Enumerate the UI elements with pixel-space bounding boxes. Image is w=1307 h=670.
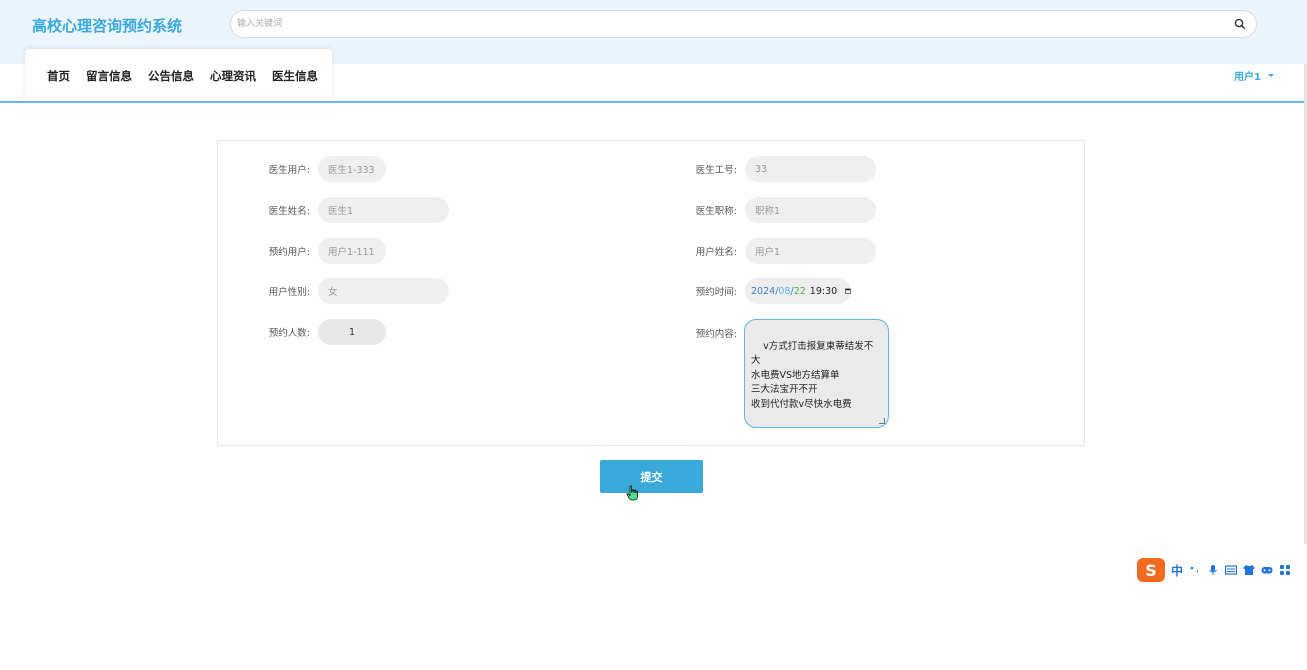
user-gender-field: 女 <box>318 278 449 304</box>
nav-item-notices[interactable]: 公告信息 <box>148 68 194 84</box>
nav-divider <box>0 101 1307 103</box>
submit-button[interactable]: 提交 <box>600 460 703 493</box>
booking-time-label: 预约时间: <box>695 287 737 298</box>
row-doctor-user: 医生用户: 医生1-333 <box>228 156 386 182</box>
date-month: 08 <box>778 285 791 297</box>
row-user-gender: 用户性别: 女 <box>228 278 449 304</box>
booking-user-label: 预约用户: <box>268 247 310 258</box>
booking-count-input[interactable]: 1 <box>318 319 386 345</box>
search-icon[interactable] <box>1234 18 1246 30</box>
gamepad-icon[interactable] <box>1261 564 1273 576</box>
booking-count-label: 预约人数: <box>268 328 310 339</box>
user-name-field: 用户1 <box>745 238 876 264</box>
ime-toolbar: S 中 <box>1137 556 1307 584</box>
ime-logo[interactable]: S <box>1137 558 1165 582</box>
user-name-label: 用户姓名: <box>695 247 737 258</box>
row-booking-time: 预约时间: 2024/08/22 19:30 <box>655 278 851 304</box>
row-booking-count: 预约人数: 1 <box>228 319 386 345</box>
user-menu[interactable]: 用户1 <box>1234 68 1274 83</box>
search-bar <box>230 10 1257 38</box>
apps-grid-icon[interactable] <box>1279 564 1291 576</box>
doctor-name-label: 医生姓名: <box>268 206 310 217</box>
doctor-title-field: 职称1 <box>745 197 876 223</box>
main-nav: 首页 留言信息 公告信息 心理资讯 医生信息 <box>47 68 318 84</box>
row-booking-user: 预约用户: 用户1-111 <box>228 238 386 264</box>
row-doctor-title: 医生职称: 职称1 <box>655 197 876 223</box>
site-title: 高校心理咨询预约系统 <box>32 17 183 35</box>
skin-shirt-icon[interactable] <box>1243 564 1256 576</box>
booking-content-text: v方式打击报复柬蒂结发不大 水电费VS地方结算单 三大法宝开不开 收到代付款v尽… <box>751 340 874 410</box>
booking-content-textarea[interactable]: v方式打击报复柬蒂结发不大 水电费VS地方结算单 三大法宝开不开 收到代付款v尽… <box>744 319 889 428</box>
booking-form: 医生用户: 医生1-333 医生姓名: 医生1 预约用户: 用户1-111 用户… <box>217 140 1085 446</box>
doctor-user-field: 医生1-333 <box>318 156 386 182</box>
punctuation-icon[interactable] <box>1189 564 1201 576</box>
row-booking-content: 预约内容: <box>655 319 745 340</box>
row-doctor-no: 医生工号: 33 <box>655 156 876 182</box>
user-menu-label: 用户1 <box>1234 72 1261 83</box>
nav-item-news[interactable]: 心理资讯 <box>210 68 256 84</box>
booking-time-input[interactable]: 2024/08/22 19:30 <box>745 278 851 304</box>
row-doctor-name: 医生姓名: 医生1 <box>228 197 449 223</box>
booking-content-label: 预约内容: <box>695 329 737 340</box>
row-user-name: 用户姓名: 用户1 <box>655 238 876 264</box>
date-day: 22 <box>793 285 806 297</box>
doctor-user-label: 医生用户: <box>268 165 310 176</box>
chevron-down-icon <box>1267 74 1274 77</box>
nav-item-home[interactable]: 首页 <box>47 68 70 84</box>
keyboard-icon[interactable] <box>1225 564 1238 576</box>
nav-item-doctors[interactable]: 医生信息 <box>272 68 318 84</box>
microphone-icon[interactable] <box>1207 564 1219 576</box>
booking-user-field: 用户1-111 <box>318 238 386 264</box>
user-gender-label: 用户性别: <box>268 287 310 298</box>
doctor-no-label: 医生工号: <box>695 165 737 176</box>
doctor-name-field: 医生1 <box>318 197 449 223</box>
date-year: 2024 <box>751 285 776 297</box>
resize-handle-icon[interactable] <box>879 418 885 424</box>
nav-panel: 首页 留言信息 公告信息 心理资讯 医生信息 <box>25 49 332 101</box>
ime-lang-toggle[interactable]: 中 <box>1171 562 1183 579</box>
date-time: 19:30 <box>809 285 838 297</box>
doctor-no-field: 33 <box>745 156 876 182</box>
calendar-icon[interactable] <box>845 286 851 296</box>
search-input[interactable] <box>237 15 1197 33</box>
hand-cursor-icon <box>626 485 638 501</box>
doctor-title-label: 医生职称: <box>695 206 737 217</box>
nav-item-messages[interactable]: 留言信息 <box>86 68 132 84</box>
